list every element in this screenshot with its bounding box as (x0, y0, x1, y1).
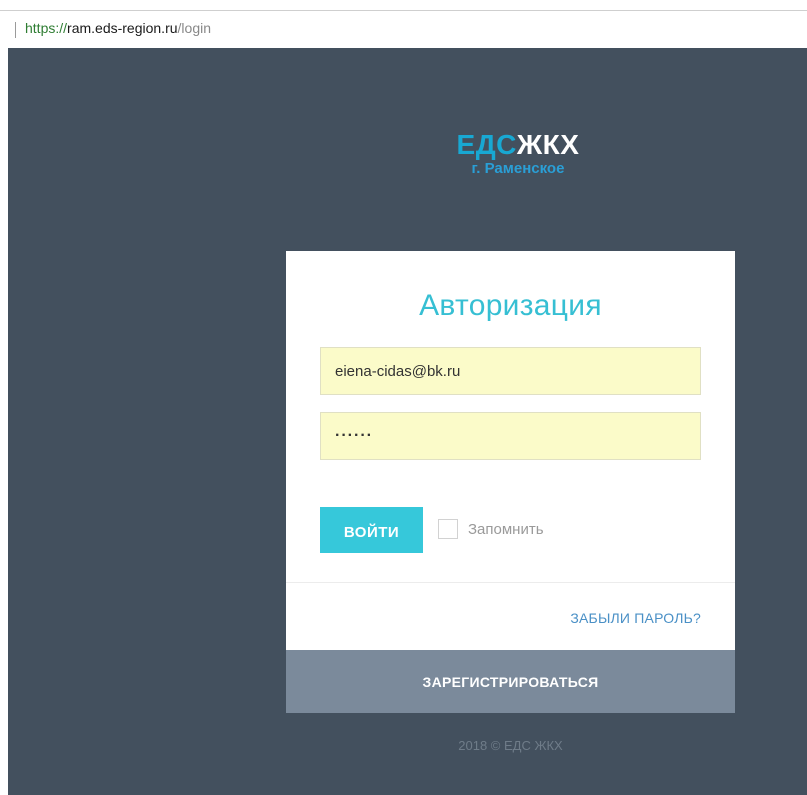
url-path: /login (177, 20, 211, 36)
url-text[interactable]: https://ram.eds-region.ru/login (25, 20, 211, 36)
logo-title: ЕДСЖКХ (428, 130, 608, 160)
forgot-password-link[interactable]: ЗАБЫЛИ ПАРОЛЬ? (570, 610, 701, 626)
logo-part-eds: ЕДС (456, 129, 517, 160)
card-divider (286, 582, 735, 583)
remember-me-checkbox[interactable]: Запомнить (438, 518, 544, 540)
login-card: Авторизация ВОЙТИ Запомнить ЗАБЫЛИ ПАРОЛ… (286, 251, 735, 713)
url-scheme: https:// (25, 20, 68, 36)
checkbox-box[interactable] (438, 519, 458, 539)
email-field[interactable] (320, 347, 701, 395)
password-field[interactable] (320, 412, 701, 460)
address-bar-border (0, 10, 807, 11)
footer-copyright: 2018 © ЕДС ЖКХ (458, 738, 563, 753)
login-page: ЕДСЖКХ г. Раменское Авторизация ВОЙТИ За… (8, 48, 807, 795)
url-host: ram.eds-region.ru (67, 20, 178, 36)
browser-address-bar[interactable]: https://ram.eds-region.ru/login (0, 0, 807, 45)
login-title: Авторизация (419, 289, 602, 322)
site-logo: ЕДСЖКХ г. Раменское (428, 130, 608, 178)
text-cursor (15, 22, 16, 38)
remember-me-label: Запомнить (468, 520, 544, 538)
login-button[interactable]: ВОЙТИ (320, 507, 423, 553)
logo-city: г. Раменское (471, 160, 565, 177)
register-button[interactable]: ЗАРЕГИСТРИРОВАТЬСЯ (286, 650, 735, 713)
logo-part-jkh: ЖКХ (516, 129, 580, 160)
